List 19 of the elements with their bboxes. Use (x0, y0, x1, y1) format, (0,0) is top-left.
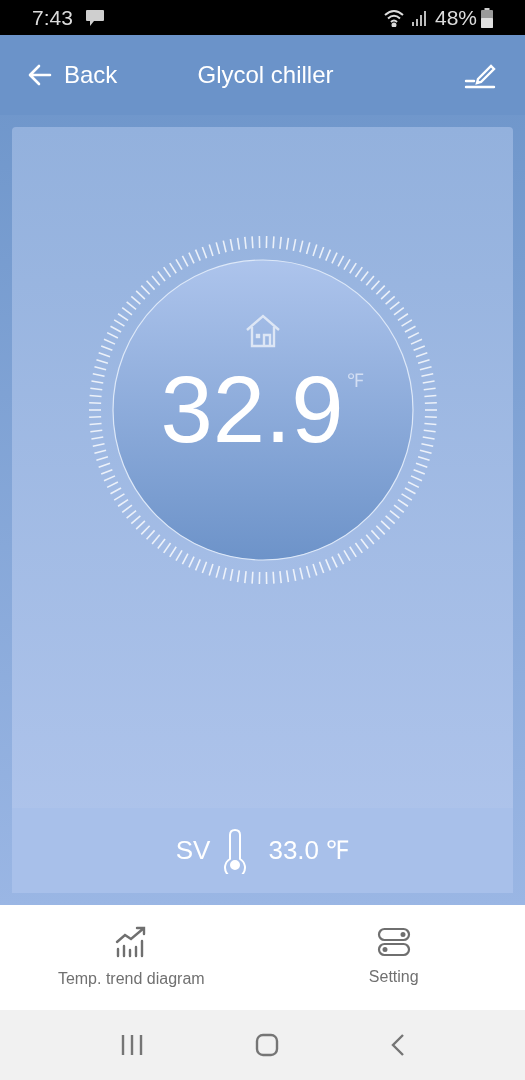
temperature-unit: ℉ (347, 369, 365, 393)
toggles-icon (376, 926, 411, 957)
signal-icon (410, 8, 427, 27)
back-arrow-icon (28, 64, 52, 86)
clock: 7:43 (32, 4, 73, 31)
setpoint-label: SV (175, 834, 211, 867)
setpoint-value: 33.0 ℉ (268, 834, 350, 867)
home-icon[interactable] (254, 1033, 279, 1057)
bottom-tab[interactable]: Temp. trend diagram (0, 905, 263, 1010)
back-button[interactable]: Back (28, 57, 148, 93)
message-icon (84, 8, 105, 27)
battery-percent: 48% (434, 4, 477, 31)
back-icon[interactable] (389, 1033, 406, 1057)
thermometer-icon (222, 827, 249, 874)
battery-icon (481, 7, 493, 28)
bottom-tab[interactable]: Setting (262, 905, 525, 1010)
page-title: Glycol chiller (196, 60, 335, 90)
current-temperature: 32.9 (160, 363, 344, 457)
recent-apps-icon[interactable] (119, 1033, 144, 1057)
